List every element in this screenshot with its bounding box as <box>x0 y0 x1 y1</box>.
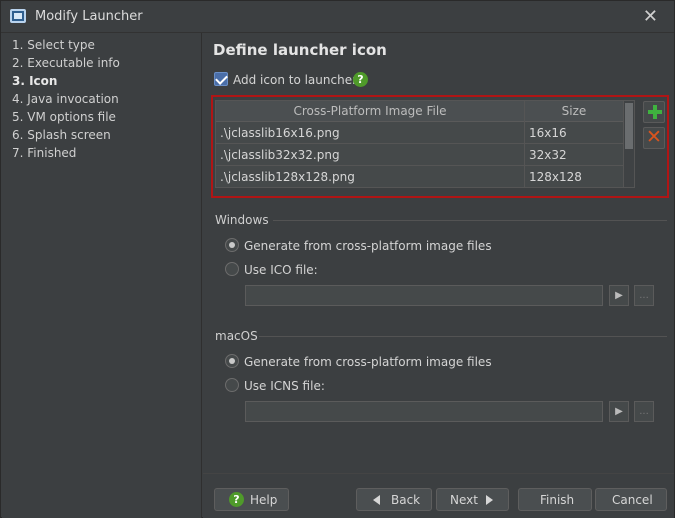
windows-section-rule <box>273 220 667 221</box>
window-title: Modify Launcher <box>35 9 143 24</box>
scrollbar-thumb[interactable] <box>625 103 633 149</box>
close-icon[interactable]: ✕ <box>643 6 658 27</box>
cell-file: .\jclasslib32x32.png <box>220 148 340 162</box>
help-button-label: Help <box>250 493 278 507</box>
windows-section-label: Windows <box>215 213 269 227</box>
wizard-steps-panel: 1. Select type 2. Executable info 3. Ico… <box>2 33 202 518</box>
step-executable-info[interactable]: 2. Executable info <box>12 56 120 70</box>
macos-icns-radio[interactable] <box>225 378 239 392</box>
next-button-label: Next <box>450 493 478 507</box>
macos-generate-label[interactable]: Generate from cross-platform image files <box>244 355 492 369</box>
cell-file: .\jclasslib16x16.png <box>220 126 340 140</box>
column-header-size[interactable]: Size <box>524 104 624 118</box>
page-title: Define launcher icon <box>213 41 387 59</box>
remove-image-button[interactable]: ✕ <box>643 126 665 149</box>
table-header: Cross-Platform Image File Size <box>216 101 624 122</box>
cell-size: 16x16 <box>529 126 567 140</box>
step-finished[interactable]: 7. Finished <box>12 146 76 160</box>
windows-generate-radio[interactable] <box>225 238 239 252</box>
title-bar: Modify Launcher ✕ <box>1 1 674 33</box>
macos-icns-file-input[interactable] <box>245 401 603 422</box>
step-vm-options-file[interactable]: 5. VM options file <box>12 110 116 124</box>
macos-section-label: macOS <box>215 329 258 343</box>
add-icon-checkbox[interactable] <box>214 72 228 86</box>
column-header-file[interactable]: Cross-Platform Image File <box>216 104 524 118</box>
table-row[interactable]: .\jclasslib16x16.png 16x16 <box>216 122 624 144</box>
help-button-icon: ? <box>229 492 244 507</box>
image-table-highlight: Cross-Platform Image File Size .\jclassl… <box>211 95 669 198</box>
step-splash-screen[interactable]: 6. Splash screen <box>12 128 111 142</box>
add-icon-label[interactable]: Add icon to launcher <box>233 73 357 87</box>
help-button[interactable]: ? Help <box>214 488 289 511</box>
next-button[interactable]: Next <box>436 488 509 511</box>
modify-launcher-dialog: Modify Launcher ✕ 1. Select type 2. Exec… <box>0 0 675 518</box>
table-row[interactable]: .\jclasslib128x128.png 128x128 <box>216 166 624 188</box>
cell-size: 128x128 <box>529 170 582 184</box>
footer-separator <box>203 473 674 474</box>
windows-ico-label[interactable]: Use ICO file: <box>244 263 318 277</box>
cancel-button-label: Cancel <box>612 493 653 507</box>
cancel-button[interactable]: Cancel <box>595 488 667 511</box>
cell-size: 32x32 <box>529 148 567 162</box>
image-files-table: Cross-Platform Image File Size .\jclassl… <box>215 100 635 188</box>
cell-file: .\jclasslib128x128.png <box>220 170 355 184</box>
windows-generate-label[interactable]: Generate from cross-platform image files <box>244 239 492 253</box>
windows-ico-file-input[interactable] <box>245 285 603 306</box>
macos-icns-label[interactable]: Use ICNS file: <box>244 379 325 393</box>
table-scrollbar[interactable] <box>623 101 634 187</box>
macos-icns-run-button[interactable]: ▶ <box>609 401 629 422</box>
macos-icns-browse-button[interactable]: ... <box>634 401 654 422</box>
table-row[interactable]: .\jclasslib32x32.png 32x32 <box>216 144 624 166</box>
remove-icon: ✕ <box>646 126 662 148</box>
next-arrow-icon <box>486 495 493 505</box>
macos-generate-radio[interactable] <box>225 354 239 368</box>
windows-ico-run-button[interactable]: ▶ <box>609 285 629 306</box>
finish-button-label: Finish <box>540 493 575 507</box>
app-window-icon <box>10 9 26 23</box>
back-button[interactable]: Back <box>356 488 432 511</box>
finish-button[interactable]: Finish <box>518 488 592 511</box>
step-java-invocation[interactable]: 4. Java invocation <box>12 92 119 106</box>
windows-ico-radio[interactable] <box>225 262 239 276</box>
step-select-type[interactable]: 1. Select type <box>12 38 95 52</box>
macos-section-rule <box>259 336 667 337</box>
windows-ico-browse-button[interactable]: ... <box>634 285 654 306</box>
column-divider <box>524 101 525 188</box>
main-content: Define launcher icon Add icon to launche… <box>203 33 674 518</box>
add-image-button[interactable] <box>643 101 665 123</box>
help-icon[interactable]: ? <box>353 72 368 87</box>
back-arrow-icon <box>373 495 380 505</box>
back-button-label: Back <box>391 493 421 507</box>
step-icon[interactable]: 3. Icon <box>12 74 57 88</box>
